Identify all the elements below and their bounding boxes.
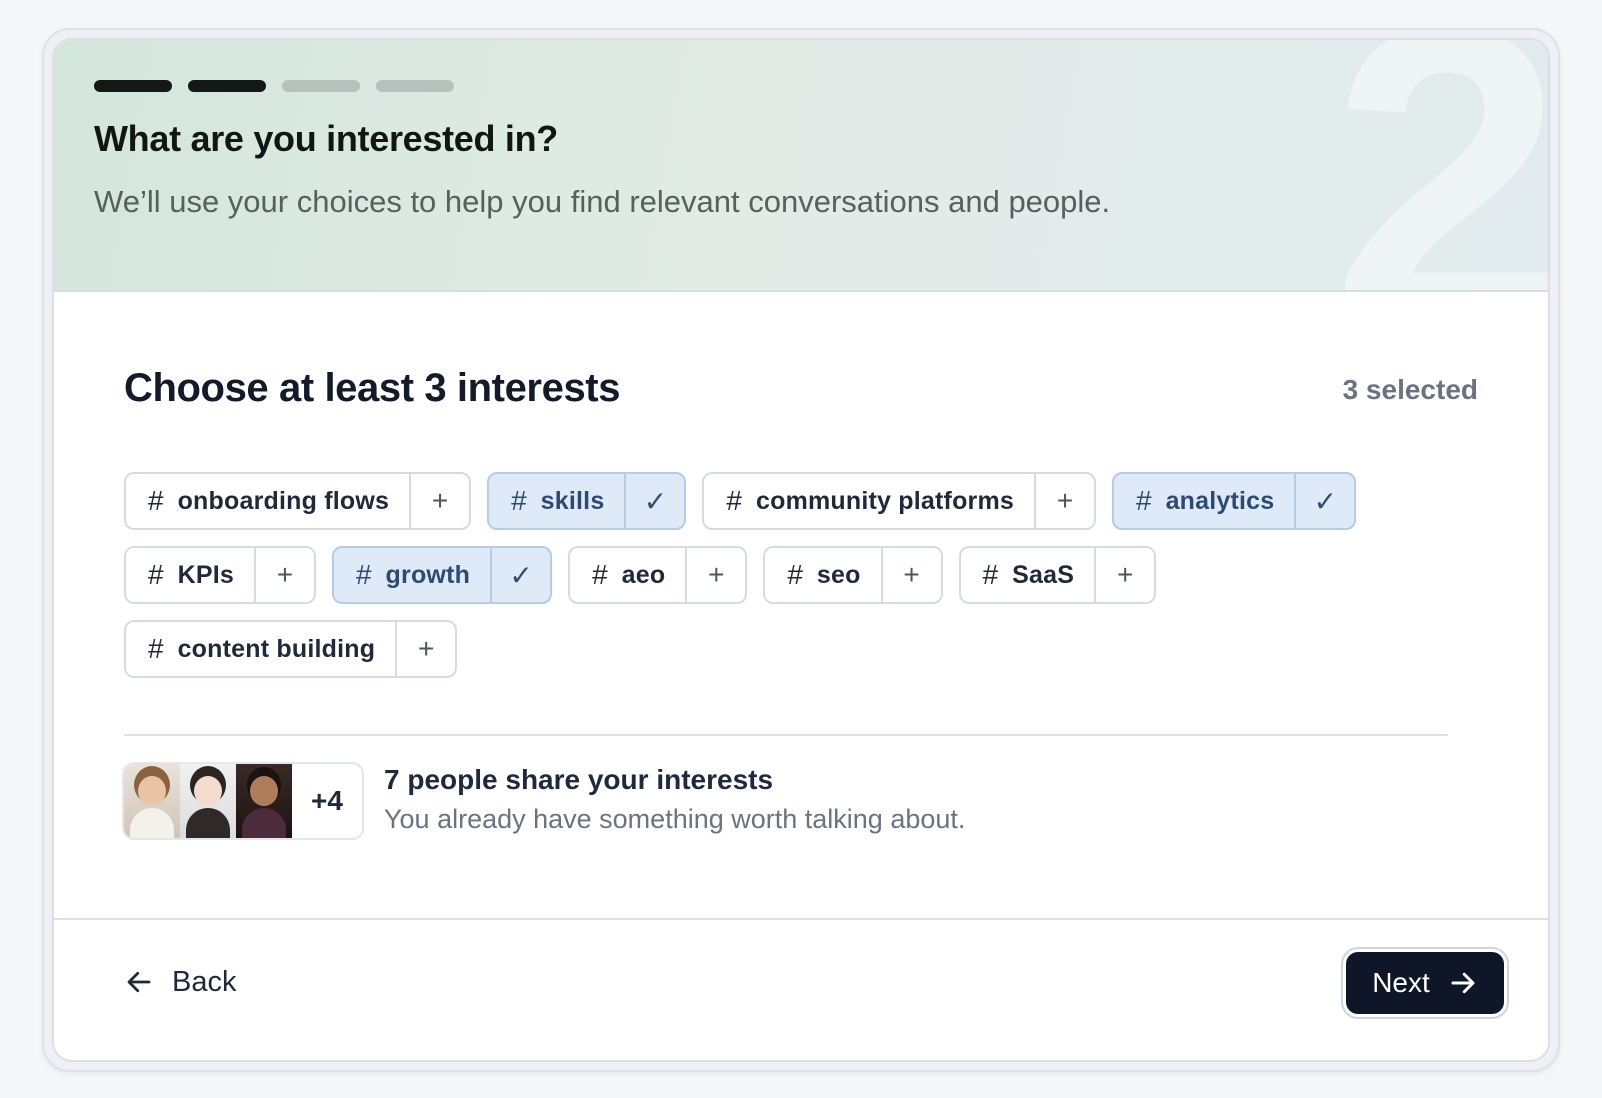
check-icon[interactable]: ✓ [624,474,684,528]
hash-icon: # [148,559,164,590]
hash-icon: # [787,559,803,590]
chip-label: growth [385,560,471,589]
chip-label: SaaS [1012,560,1075,589]
section-divider [124,734,1448,736]
add-icon[interactable]: + [395,622,455,676]
hash-icon: # [592,559,608,590]
avatar [124,764,180,838]
add-icon[interactable]: + [1094,548,1154,602]
hash-icon: # [355,559,372,590]
avatar-stack: +4 [122,762,364,840]
interest-chip-analytics[interactable]: # analytics ✓ [1112,472,1357,530]
interest-chip-content-building[interactable]: # content building + [124,620,458,678]
hash-icon: # [726,485,742,516]
next-button-label: Next [1372,967,1430,998]
back-button[interactable]: Back [124,958,236,1006]
next-button[interactable]: Next [1346,952,1504,1014]
selected-count: 3 selected [1342,374,1478,405]
progress-indicator [94,80,454,92]
back-button-label: Back [172,965,237,998]
progress-segment-3 [282,80,360,92]
hash-icon: # [1136,485,1152,516]
interest-chip-community-platforms[interactable]: # community platforms + [702,472,1096,530]
hash-icon: # [148,485,164,516]
shared-interests-title: 7 people share your interests [384,764,774,795]
progress-segment-1 [94,80,172,92]
interest-chip-seo[interactable]: # seo + [763,546,943,604]
interest-chip-onboarding-flows[interactable]: # onboarding flows + [124,472,472,530]
chip-label: skills [540,486,605,515]
onboarding-card: 2 What are you interested in? We’ll use … [52,38,1550,1062]
arrow-right-icon [1451,972,1475,994]
interest-chip-aeo[interactable]: # aeo + [568,546,748,604]
interest-chip-skills[interactable]: # skills ✓ [487,472,687,530]
arrow-left-icon [127,971,151,993]
check-icon[interactable]: ✓ [490,548,550,602]
interests-heading: Choose at least 3 interests [124,366,621,410]
hash-icon: # [982,559,999,590]
card-footer: Back Next [54,918,1548,1060]
step-number-watermark: 2 [1330,40,1548,292]
interest-chip-growth[interactable]: # growth ✓ [331,546,553,604]
check-icon[interactable]: ✓ [1294,474,1354,528]
chip-label: aeo [621,560,666,589]
interest-chip-saas[interactable]: # SaaS + [958,546,1157,604]
avatar [180,764,236,838]
add-icon[interactable]: + [1034,474,1094,528]
chip-label: onboarding flows [177,486,390,515]
progress-segment-4 [376,80,454,92]
interest-chip-list: # onboarding flows + # skills ✓ # community… [124,472,1424,678]
step-header: 2 What are you interested in? We’ll use … [54,40,1548,292]
add-icon[interactable]: + [685,548,745,602]
shared-interests-subtitle: You already have something worth talking… [384,804,966,834]
interest-chip-kpis[interactable]: # KPIs + [124,546,316,604]
chip-label: seo [816,560,861,589]
hash-icon: # [148,633,164,664]
chip-label: KPIs [177,560,234,589]
progress-segment-2 [188,80,266,92]
add-icon[interactable]: + [409,474,469,528]
chip-label: content building [177,634,376,663]
page-subtitle: We’ll use your choices to help you find … [94,184,1111,219]
add-icon[interactable]: + [880,548,941,602]
hash-icon: # [511,485,527,516]
chip-label: community platforms [756,486,1014,515]
page-title: What are you interested in? [94,118,558,159]
more-people-count: +4 [311,785,343,816]
avatar [236,764,292,838]
add-icon[interactable]: + [253,548,314,602]
chip-label: analytics [1165,486,1275,515]
